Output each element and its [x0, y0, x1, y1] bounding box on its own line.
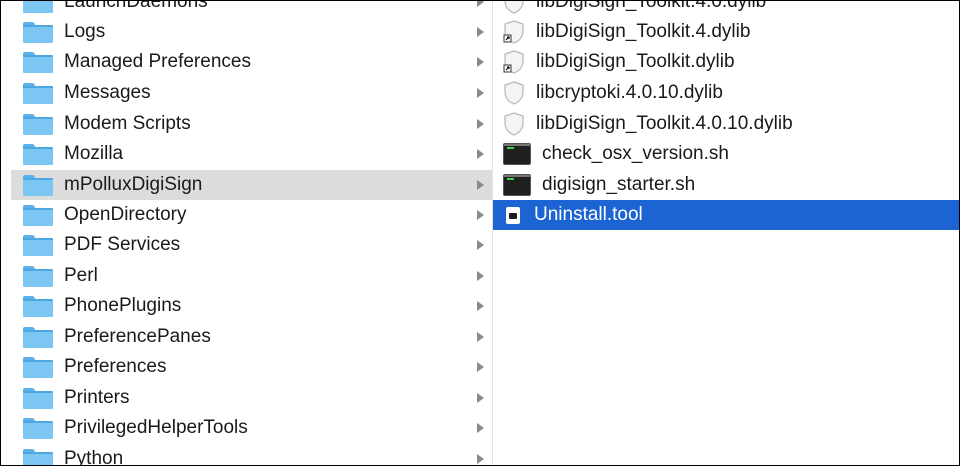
list-item[interactable]: PDF Services [11, 230, 492, 260]
folder-icon [23, 143, 53, 165]
list-item[interactable]: Perl [11, 261, 492, 291]
alias-dylib-icon [503, 50, 524, 74]
list-item-selected[interactable]: Uninstall.tool [493, 200, 959, 230]
chevron-right-icon [477, 57, 484, 67]
list-item[interactable]: Logs [11, 17, 492, 47]
folder-icon [23, 448, 53, 465]
list-item[interactable]: check_osx_version.sh [493, 139, 959, 169]
dylib-shield-icon [504, 1, 524, 14]
folder-icon [23, 21, 53, 43]
list-item[interactable]: PreferencePanes [11, 322, 492, 352]
item-label: check_osx_version.sh [542, 143, 729, 164]
item-label: LaunchDaemons [64, 1, 208, 12]
chevron-right-icon [477, 240, 484, 250]
list-item[interactable]: LaunchDaemons [11, 1, 492, 17]
chevron-right-icon [477, 119, 484, 129]
folder-icon [23, 113, 53, 135]
item-label: libDigiSign_Toolkit.4.0.dylib [536, 1, 767, 12]
tool-icon [503, 204, 523, 226]
list-item[interactable]: libcryptoki.4.0.10.dylib [493, 78, 959, 108]
item-label: Preferences [64, 356, 167, 377]
chevron-right-icon [477, 362, 484, 372]
list-item[interactable]: Mozilla [11, 139, 492, 169]
folder-icon [23, 1, 53, 13]
list-item[interactable]: Managed Preferences [11, 47, 492, 77]
item-label: Mozilla [64, 143, 124, 164]
folder-icon [23, 82, 53, 104]
chevron-right-icon [477, 301, 484, 311]
list-item[interactable]: PhonePlugins [11, 291, 492, 321]
chevron-right-icon [477, 210, 484, 220]
item-label: libDigiSign_Toolkit.4.dylib [536, 21, 751, 42]
item-label: digisign_starter.sh [542, 174, 696, 195]
folder-icon [23, 234, 53, 256]
list-item[interactable]: libDigiSign_Toolkit.4.0.10.dylib [493, 109, 959, 139]
list-item[interactable]: PrivilegedHelperTools [11, 413, 492, 443]
chevron-right-icon [477, 332, 484, 342]
item-label: OpenDirectory [64, 204, 187, 225]
chevron-right-icon [477, 393, 484, 403]
item-label: libDigiSign_Toolkit.dylib [536, 51, 735, 72]
folder-icon [23, 417, 53, 439]
chevron-right-icon [477, 27, 484, 37]
item-label: Modem Scripts [64, 113, 191, 134]
item-label: libDigiSign_Toolkit.4.0.10.dylib [536, 113, 793, 134]
folder-icon [23, 51, 53, 73]
folder-icon [23, 295, 53, 317]
alias-dylib-icon [503, 20, 524, 44]
list-item[interactable]: Modem Scripts [11, 109, 492, 139]
chevron-right-icon [477, 271, 484, 281]
item-label: libcryptoki.4.0.10.dylib [536, 82, 723, 103]
item-label: PrivilegedHelperTools [64, 417, 248, 438]
item-label: Managed Preferences [64, 51, 251, 72]
chevron-right-icon [477, 88, 484, 98]
item-label: Messages [64, 82, 151, 103]
folder-icon [23, 204, 53, 226]
terminal-script-icon [503, 174, 531, 196]
chevron-right-icon [477, 1, 484, 7]
item-label: PreferencePanes [64, 326, 211, 347]
list-item[interactable]: Python [11, 444, 492, 466]
dylib-shield-icon [504, 112, 524, 136]
item-label: Printers [64, 387, 130, 408]
item-label: Uninstall.tool [534, 204, 643, 225]
item-label: PDF Services [64, 234, 181, 255]
folder-column[interactable]: LaunchDaemons Logs Managed Preferences M… [11, 1, 493, 466]
item-label: Logs [64, 21, 106, 42]
list-item[interactable]: Printers [11, 383, 492, 413]
list-item[interactable]: libDigiSign_Toolkit.4.dylib [493, 17, 959, 47]
folder-icon [23, 174, 53, 196]
folder-icon [23, 326, 53, 348]
list-item[interactable]: libDigiSign_Toolkit.4.0.dylib [493, 1, 959, 17]
folder-icon [23, 265, 53, 287]
item-label: PhonePlugins [64, 295, 182, 316]
item-label: Perl [64, 265, 98, 286]
list-item[interactable]: Messages [11, 78, 492, 108]
list-item[interactable]: digisign_starter.sh [493, 170, 959, 200]
chevron-right-icon [477, 180, 484, 190]
file-column[interactable]: libDigiSign_Toolkit.4.0.dylib libDigiSig… [493, 1, 959, 465]
item-label: mPolluxDigiSign [64, 174, 203, 195]
terminal-script-icon [503, 143, 531, 165]
folder-icon [23, 387, 53, 409]
chevron-right-icon [477, 423, 484, 433]
folder-icon [23, 356, 53, 378]
chevron-right-icon [477, 454, 484, 464]
item-label: Python [64, 448, 124, 466]
list-item[interactable]: libDigiSign_Toolkit.dylib [493, 47, 959, 77]
list-item-selected[interactable]: mPolluxDigiSign [11, 170, 492, 200]
list-item[interactable]: Preferences [11, 352, 492, 382]
dylib-shield-icon [504, 81, 524, 105]
finder-column-view: LaunchDaemons Logs Managed Preferences M… [0, 0, 960, 466]
list-item[interactable]: OpenDirectory [11, 200, 492, 230]
chevron-right-icon [477, 149, 484, 159]
